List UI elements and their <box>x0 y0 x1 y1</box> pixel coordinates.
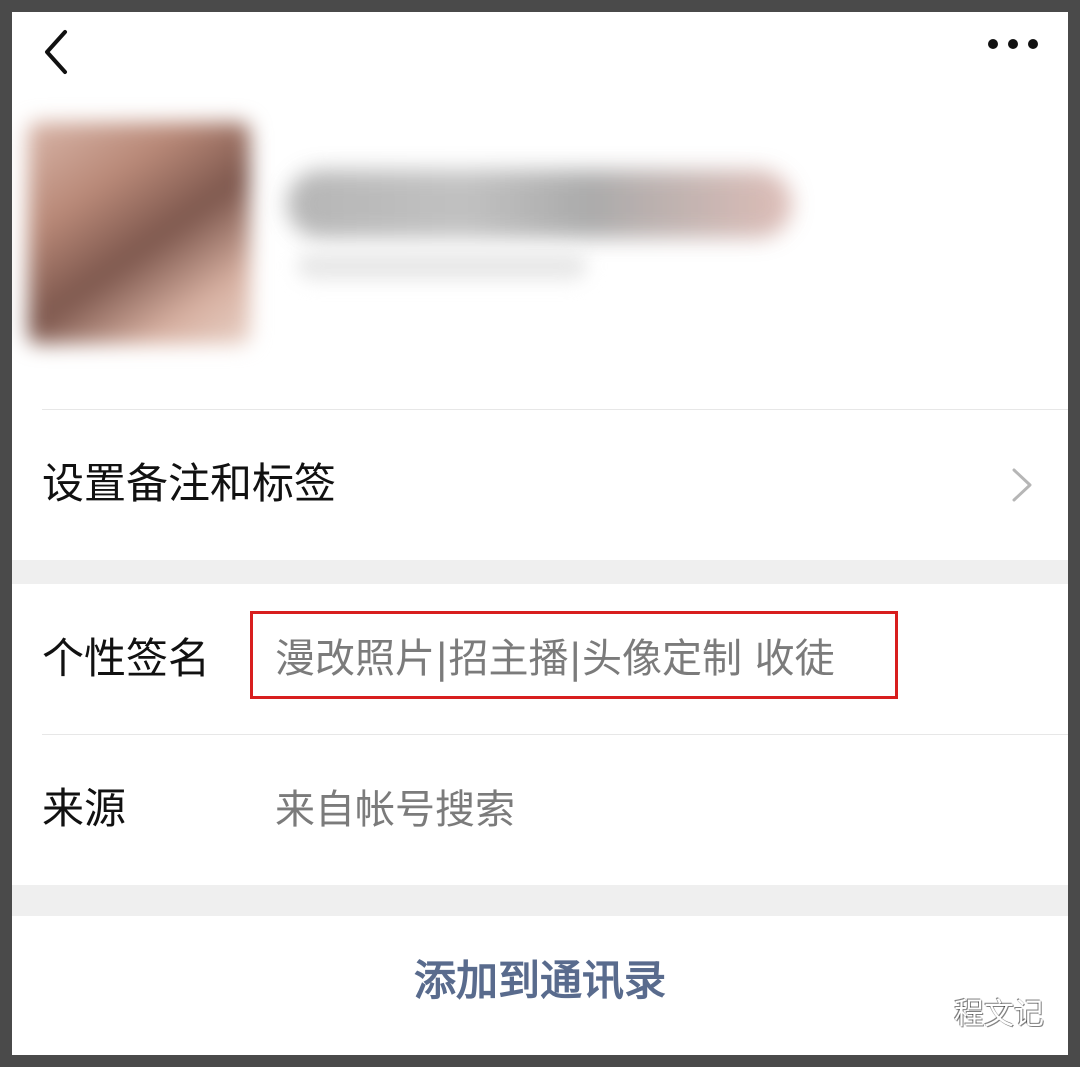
profile-subtitle-blurred <box>297 252 587 280</box>
more-dots-icon <box>988 39 1038 49</box>
remark-tags-label: 设置备注和标签 <box>42 459 337 508</box>
contact-profile-screen: 设置备注和标签 个性签名 漫改照片|招主播|头像定制 收徒 来源 来自帐号搜索 … <box>12 12 1068 1055</box>
profile-header <box>12 92 1068 410</box>
avatar[interactable] <box>28 122 250 344</box>
wechat-logo-icon <box>906 996 943 1024</box>
watermark: 程文记 <box>904 989 1044 1033</box>
source-row: 来源 来自帐号搜索 <box>12 735 1068 885</box>
signature-row: 个性签名 漫改照片|招主播|头像定制 收徒 <box>12 584 1068 734</box>
back-button[interactable] <box>34 24 78 80</box>
add-to-contacts-row[interactable]: 添加到通讯录 <box>12 916 1068 1055</box>
chevron-left-icon <box>45 30 67 74</box>
profile-name-blurred <box>287 170 792 238</box>
section-gap-1 <box>12 560 1068 584</box>
signature-label: 个性签名 <box>42 634 211 683</box>
signature-highlight-box <box>250 611 898 699</box>
top-navigation-bar <box>12 12 1068 92</box>
chevron-right-icon <box>1012 468 1032 502</box>
remark-tags-row[interactable]: 设置备注和标签 <box>12 410 1068 560</box>
watermark-text: 程文记 <box>954 997 1044 1032</box>
source-label: 来源 <box>42 784 127 833</box>
more-options-button[interactable] <box>978 26 1048 62</box>
source-value: 来自帐号搜索 <box>275 787 515 833</box>
section-gap-2 <box>12 885 1068 916</box>
